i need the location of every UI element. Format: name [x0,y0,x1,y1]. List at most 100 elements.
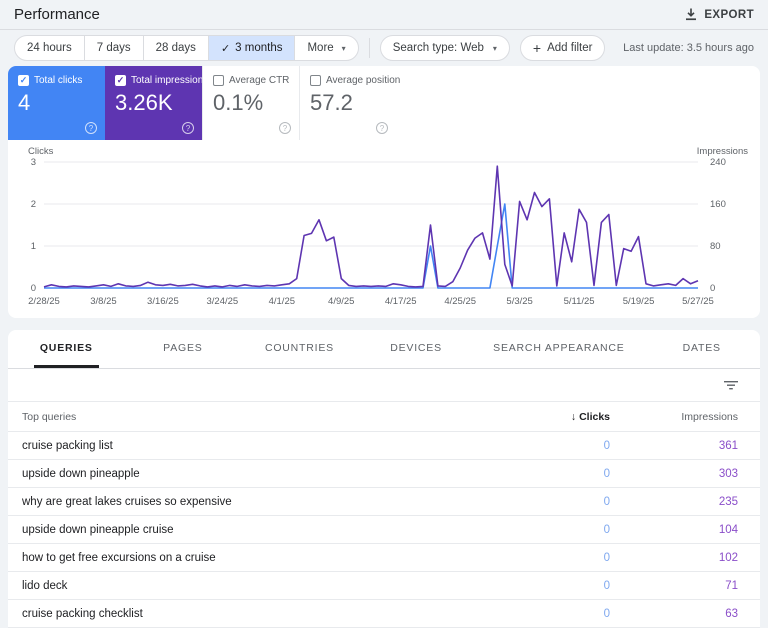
svg-text:5/27/25: 5/27/25 [682,296,714,307]
report-table-card: QUERIES PAGES COUNTRIES DEVICES SEARCH APPEA… [8,330,760,628]
table-row[interactable]: why are great lakes cruises so expensive… [8,488,760,516]
checkbox-unchecked-icon[interactable] [213,75,224,86]
query-cell[interactable]: upside down pineapple cruise [22,524,516,536]
page-title: Performance [14,6,100,23]
date-range-7-days[interactable]: 7 days [85,36,144,60]
clicks-cell: 0 [603,439,610,452]
query-cell[interactable]: why are great lakes cruises so expensive [22,496,516,508]
scorecard-value: 57.2 [310,90,353,115]
table-toolbar [8,369,760,402]
svg-text:240: 240 [710,157,726,168]
table-row[interactable]: upside down pineapple 0 303 [8,460,760,488]
search-type-dropdown[interactable]: Search type: Web ▾ [379,35,510,61]
top-bar: Performance EXPORT [0,0,768,30]
filter-icon[interactable] [724,379,738,391]
svg-text:0: 0 [31,283,36,294]
download-icon [685,8,697,21]
filter-divider [368,38,370,58]
last-update-text: Last update: 3.5 hours ago [623,42,754,54]
date-range-28-days[interactable]: 28 days [144,36,209,60]
scorecard-total-clicks[interactable]: ✓ Total clicks 4? [8,66,105,140]
scorecard-total-impressions[interactable]: ✓ Total impressions 3.26K? [105,66,208,140]
query-cell[interactable]: lido deck [22,580,516,592]
chevron-down-icon: ▾ [341,43,346,53]
svg-text:3/16/25: 3/16/25 [147,296,179,307]
scorecard-value: 3.26K [115,90,173,115]
checkbox-unchecked-icon[interactable] [310,75,321,86]
table-row[interactable]: how to get free excursions on a cruise 0 1… [8,544,760,572]
help-icon[interactable]: ? [182,122,194,134]
svg-text:1: 1 [31,241,36,252]
column-header-queries[interactable]: Top queries [22,411,516,423]
add-filter-label: Add filter [547,42,593,54]
tab-dates[interactable]: DATES [643,330,760,368]
svg-text:5/19/25: 5/19/25 [623,296,655,307]
svg-text:160: 160 [710,199,726,210]
scorecard-average-position[interactable]: Average position 57.2? [299,66,400,140]
table-row[interactable]: cruise packing checklist 0 63 [8,600,760,628]
scorecard-label: Average CTR [229,75,290,86]
scorecard-label: Average position [326,75,401,86]
clicks-cell: 0 [603,551,610,564]
table-body: cruise packing list 0 361 upside down pinea… [8,432,760,628]
dimension-tabs: QUERIES PAGES COUNTRIES DEVICES SEARCH APPEA… [8,330,760,369]
export-button[interactable]: EXPORT [685,8,754,21]
checkbox-checked-icon[interactable]: ✓ [115,75,126,86]
checkbox-checked-icon[interactable]: ✓ [18,75,29,86]
column-header-clicks[interactable]: ↓ Clicks [516,411,636,423]
add-filter-button[interactable]: + Add filter [519,35,606,61]
impressions-cell: 63 [725,607,738,620]
plus-icon: + [532,40,542,56]
performance-chart: Clicks Impressions 0 0 1 80 2 160 3 240 2/28/25 3/8… [28,146,748,307]
svg-text:0: 0 [710,283,715,294]
clicks-cell: 0 [603,467,610,480]
query-cell[interactable]: how to get free excursions on a cruise [22,552,516,564]
date-range-3-months[interactable]: ✓ 3 months [208,36,296,60]
query-cell[interactable]: cruise packing list [22,440,516,452]
table-header-row: Top queries ↓ Clicks Impressions [8,402,760,432]
chevron-down-icon: ▾ [492,43,497,53]
filter-bar: 24 hours 7 days 28 days ✓ 3 months More ▾ Sear… [0,30,768,66]
chart-area: Clicks Impressions 0 0 1 80 2 160 3 240 2/28/25 3/8… [8,140,760,321]
column-header-impressions[interactable]: Impressions [636,411,746,423]
date-range-24-hours[interactable]: 24 hours [15,36,85,60]
svg-text:80: 80 [710,241,721,252]
clicks-cell: 0 [603,607,610,620]
tab-countries[interactable]: COUNTRIES [241,330,358,368]
svg-text:4/1/25: 4/1/25 [269,296,295,307]
svg-text:2: 2 [31,199,36,210]
table-row[interactable]: cruise packing list 0 361 [8,432,760,460]
help-icon[interactable]: ? [376,122,388,134]
tab-search-appearance[interactable]: SEARCH APPEARANCE [474,330,643,368]
svg-text:5/11/25: 5/11/25 [564,296,595,307]
query-cell[interactable]: cruise packing checklist [22,608,516,620]
scorecard-label: Total clicks [34,75,83,86]
scorecard-row: ✓ Total clicks 4? ✓ Total impressions 3.26K? A… [8,66,760,140]
tab-queries[interactable]: QUERIES [8,330,125,368]
sort-descending-icon: ↓ [570,410,577,423]
help-icon[interactable]: ? [85,122,97,134]
help-icon[interactable]: ? [279,122,291,134]
impressions-cell: 361 [718,439,738,452]
check-icon: ✓ [220,42,231,55]
tab-pages[interactable]: PAGES [125,330,242,368]
date-range-more[interactable]: More ▾ [295,36,357,60]
svg-text:4/9/25: 4/9/25 [328,296,354,307]
clicks-cell: 0 [603,523,610,536]
query-cell[interactable]: upside down pineapple [22,468,516,480]
table-row[interactable]: lido deck 0 71 [8,572,760,600]
svg-text:Clicks: Clicks [28,146,54,157]
date-range-group: 24 hours 7 days 28 days ✓ 3 months More ▾ [14,35,359,61]
tab-devices[interactable]: DEVICES [358,330,475,368]
impressions-cell: 235 [718,495,738,508]
svg-text:Impressions: Impressions [697,146,748,157]
svg-text:4/25/25: 4/25/25 [444,296,476,307]
scorecard-value: 0.1% [213,90,264,115]
table-row[interactable]: upside down pineapple cruise 0 104 [8,516,760,544]
scorecard-average-ctr[interactable]: Average CTR 0.1%? [202,66,299,140]
clicks-cell: 0 [603,579,610,592]
search-type-label: Search type: Web [392,42,484,54]
svg-text:4/17/25: 4/17/25 [385,296,417,307]
scorecard-label: Total impressions [131,75,209,86]
clicks-cell: 0 [603,495,610,508]
